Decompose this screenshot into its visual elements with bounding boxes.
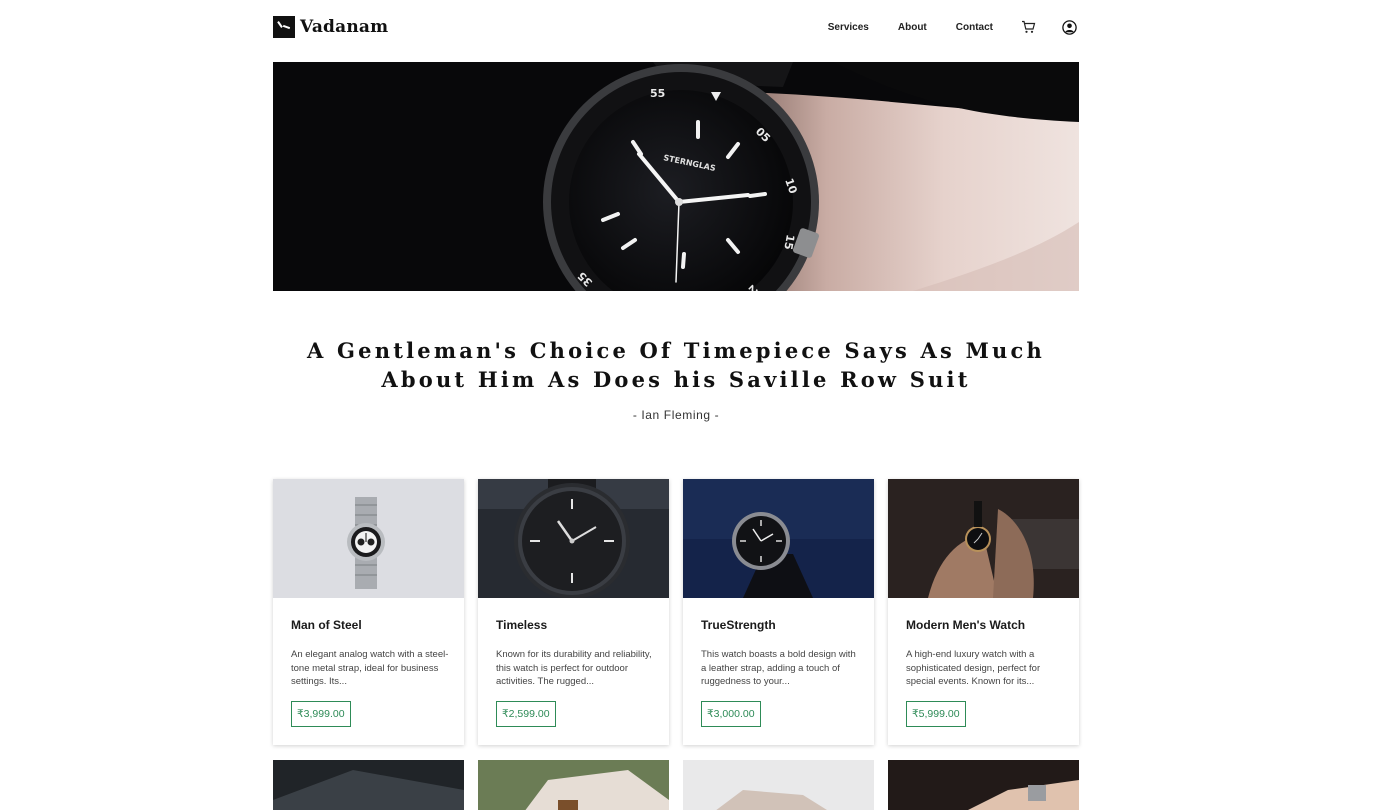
product-title: Timeless [496, 618, 548, 632]
product-card[interactable]: Man of Steel An elegant analog watch wit… [273, 479, 464, 745]
quote-heading: A Gentleman's Choice Of Timepiece Says A… [307, 338, 1045, 392]
product-description: Known for its durability and reliability… [496, 649, 652, 687]
product-card[interactable]: Timeless Known for its durability and re… [478, 479, 669, 745]
product-card[interactable]: TrueStrength This watch boasts a bold de… [683, 479, 874, 745]
product-title: Modern Men's Watch [906, 618, 1026, 632]
bezel-number: 55 [650, 87, 665, 100]
nav-services[interactable]: Services [828, 22, 869, 33]
product-card[interactable]: Modern Men's Watch A high-end luxury wat… [888, 479, 1079, 745]
product-title: TrueStrength [701, 618, 776, 632]
product-card-partial[interactable] [683, 760, 874, 810]
logo-icon [273, 16, 295, 38]
brand-logo[interactable]: Vadanam [273, 16, 388, 38]
header: Vadanam Services About Contact [273, 0, 1079, 56]
product-price[interactable]: ₹3,999.00 [291, 701, 351, 727]
product-card-partial[interactable] [888, 760, 1079, 810]
user-account-icon[interactable] [1059, 17, 1079, 37]
cart-icon[interactable] [1018, 17, 1038, 37]
nav-about[interactable]: About [898, 22, 927, 33]
bezel-number: 15 [781, 233, 796, 250]
nav-contact[interactable]: Contact [956, 22, 993, 33]
product-price[interactable]: ₹5,999.00 [906, 701, 966, 727]
product-title: Man of Steel [291, 618, 362, 632]
brand-name: Vadanam [300, 17, 389, 37]
product-description: This watch boasts a bold design with a l… [701, 649, 856, 687]
product-card-partial[interactable] [478, 760, 669, 810]
product-image [273, 479, 464, 598]
product-image [888, 479, 1079, 598]
main-nav: Services About Contact [828, 17, 1079, 37]
product-image [683, 479, 874, 598]
product-card-partial[interactable] [273, 760, 464, 810]
product-description: An elegant analog watch with a steel-ton… [291, 649, 449, 687]
product-price[interactable]: ₹2,599.00 [496, 701, 556, 727]
product-description: A high-end luxury watch with a sophistic… [906, 649, 1041, 687]
hero-image: 55 05 10 15 20 35 [273, 62, 1079, 291]
product-price[interactable]: ₹3,000.00 [701, 701, 761, 727]
product-image [478, 479, 669, 598]
quote-author: - Ian Fleming - [632, 408, 720, 422]
